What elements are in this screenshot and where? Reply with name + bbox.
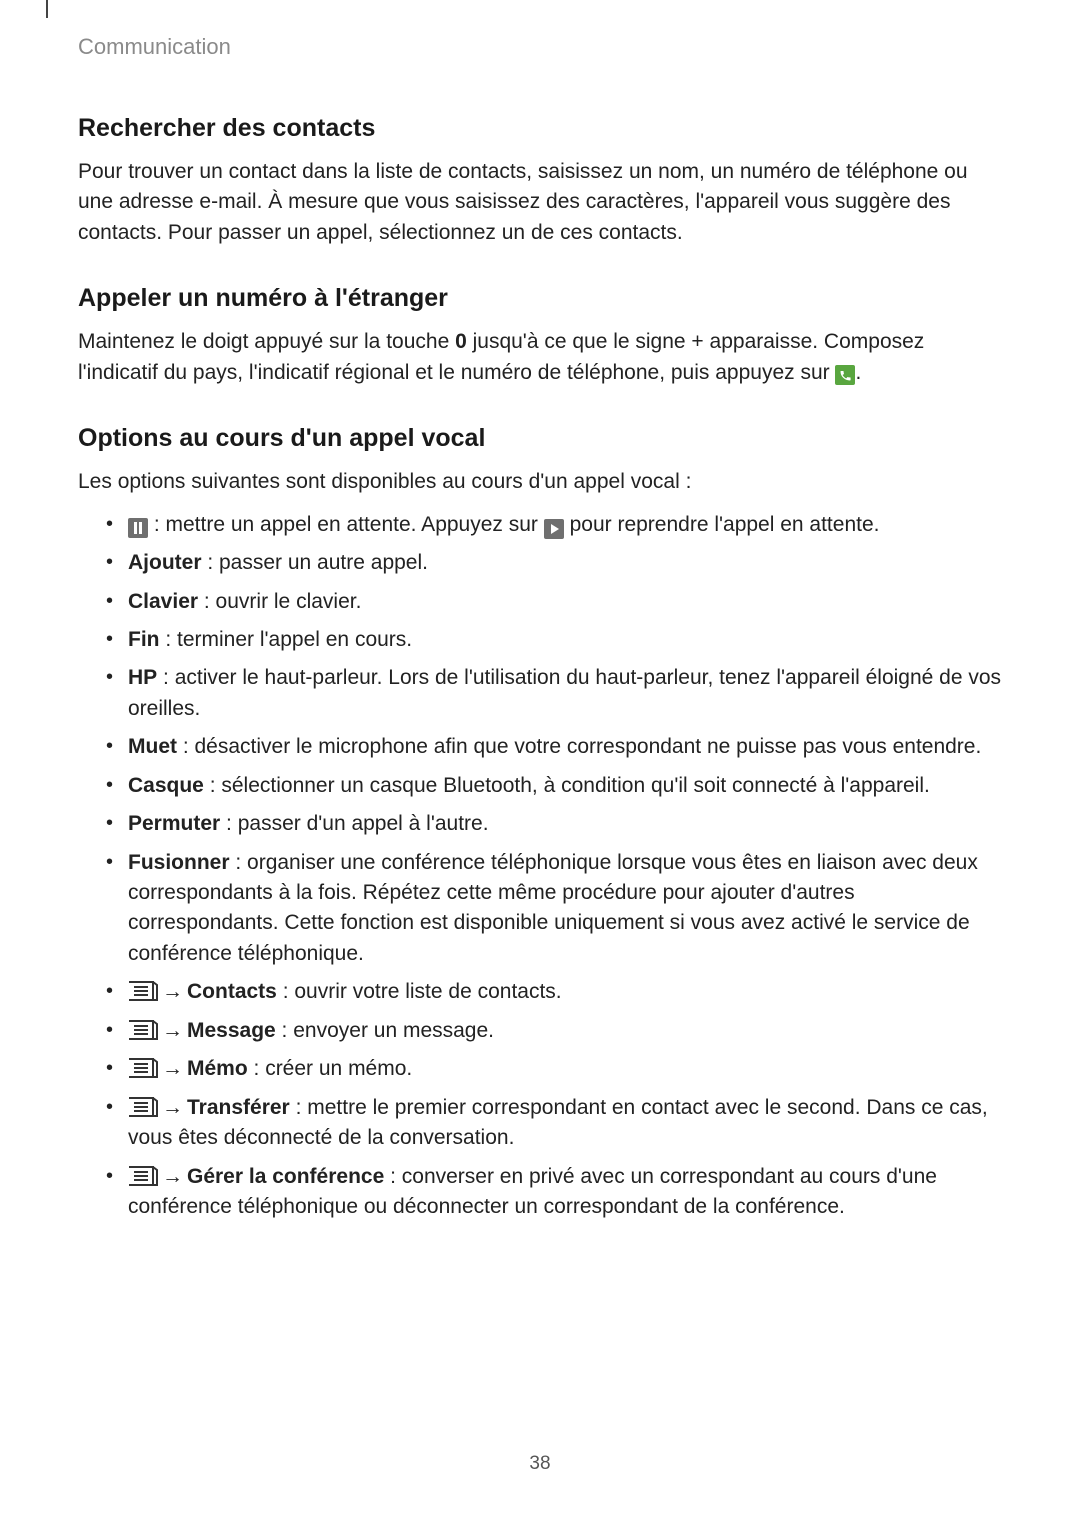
call-icon (835, 365, 855, 385)
menu-icon (128, 1097, 158, 1117)
list-item: →Message : envoyer un message. (106, 1016, 1002, 1046)
option-label: Permuter (128, 812, 220, 835)
option-label: Contacts (187, 980, 277, 1003)
section-intro-call-options: Les options suivantes sont disponibles a… (78, 467, 1002, 497)
option-label: Gérer la conférence (187, 1165, 384, 1188)
section-title-call-abroad: Appeler un numéro à l'étranger (78, 284, 1002, 313)
list-item: Permuter : passer d'un appel à l'autre. (106, 809, 1002, 839)
section-body-search-contacts: Pour trouver un contact dans la liste de… (78, 157, 1002, 248)
top-margin-tick (46, 0, 48, 18)
key-zero: 0 (455, 330, 467, 353)
option-text: : ouvrir votre liste de contacts. (277, 980, 562, 1003)
list-item: →Mémo : créer un mémo. (106, 1054, 1002, 1084)
breadcrumb: Communication (78, 34, 1002, 60)
play-icon (544, 519, 564, 539)
menu-icon (128, 981, 158, 1001)
text-fragment: : mettre un appel en attente. Appuyez su… (148, 513, 544, 536)
section-body-call-abroad: Maintenez le doigt appuyé sur la touche … (78, 327, 1002, 388)
option-text: : passer d'un appel à l'autre. (220, 812, 488, 835)
option-label: Ajouter (128, 551, 202, 574)
arrow: → (158, 1057, 187, 1080)
arrow: → (158, 1165, 187, 1188)
option-text: : organiser une conférence téléphonique … (128, 851, 978, 965)
menu-icon (128, 1020, 158, 1040)
list-item: Clavier : ouvrir le clavier. (106, 587, 1002, 617)
section-title-search-contacts: Rechercher des contacts (78, 114, 1002, 143)
list-item: Ajouter : passer un autre appel. (106, 548, 1002, 578)
option-label: Fusionner (128, 851, 230, 874)
option-text: : terminer l'appel en cours. (160, 628, 413, 651)
option-label: Muet (128, 735, 177, 758)
text-fragment: pour reprendre l'appel en attente. (564, 513, 880, 536)
text-fragment: . (855, 361, 861, 384)
list-item: HP : activer le haut-parleur. Lors de l'… (106, 663, 1002, 724)
list-item: →Contacts : ouvrir votre liste de contac… (106, 977, 1002, 1007)
option-label: Message (187, 1019, 276, 1042)
list-item: Muet : désactiver le microphone afin que… (106, 732, 1002, 762)
menu-icon (128, 1058, 158, 1078)
option-text: : envoyer un message. (276, 1019, 494, 1042)
options-list: : mettre un appel en attente. Appuyez su… (78, 510, 1002, 1223)
arrow: → (158, 1096, 187, 1119)
arrow: → (158, 980, 187, 1003)
option-text: : activer le haut-parleur. Lors de l'uti… (128, 666, 1001, 719)
option-text: : ouvrir le clavier. (198, 590, 361, 613)
option-text: : créer un mémo. (248, 1057, 413, 1080)
list-item: Fusionner : organiser une conférence tél… (106, 848, 1002, 970)
list-item: →Gérer la conférence : converser en priv… (106, 1162, 1002, 1223)
list-item: →Transférer : mettre le premier correspo… (106, 1093, 1002, 1154)
option-label: Fin (128, 628, 160, 651)
section-title-call-options: Options au cours d'un appel vocal (78, 424, 1002, 453)
list-item: Fin : terminer l'appel en cours. (106, 625, 1002, 655)
option-text: : sélectionner un casque Bluetooth, à co… (204, 774, 930, 797)
option-label: HP (128, 666, 157, 689)
option-text: : passer un autre appel. (202, 551, 428, 574)
option-label: Transférer (187, 1096, 290, 1119)
arrow: → (158, 1019, 187, 1042)
option-label: Mémo (187, 1057, 248, 1080)
list-item: Casque : sélectionner un casque Bluetoot… (106, 771, 1002, 801)
list-item: : mettre un appel en attente. Appuyez su… (106, 510, 1002, 540)
pause-icon (128, 518, 148, 538)
menu-icon (128, 1166, 158, 1186)
page-content: Communication Rechercher des contacts Po… (0, 0, 1080, 1222)
option-label: Casque (128, 774, 204, 797)
option-label: Clavier (128, 590, 198, 613)
page-number: 38 (0, 1453, 1080, 1475)
option-text: : désactiver le microphone afin que votr… (177, 735, 981, 758)
text-fragment: Maintenez le doigt appuyé sur la touche (78, 330, 455, 353)
